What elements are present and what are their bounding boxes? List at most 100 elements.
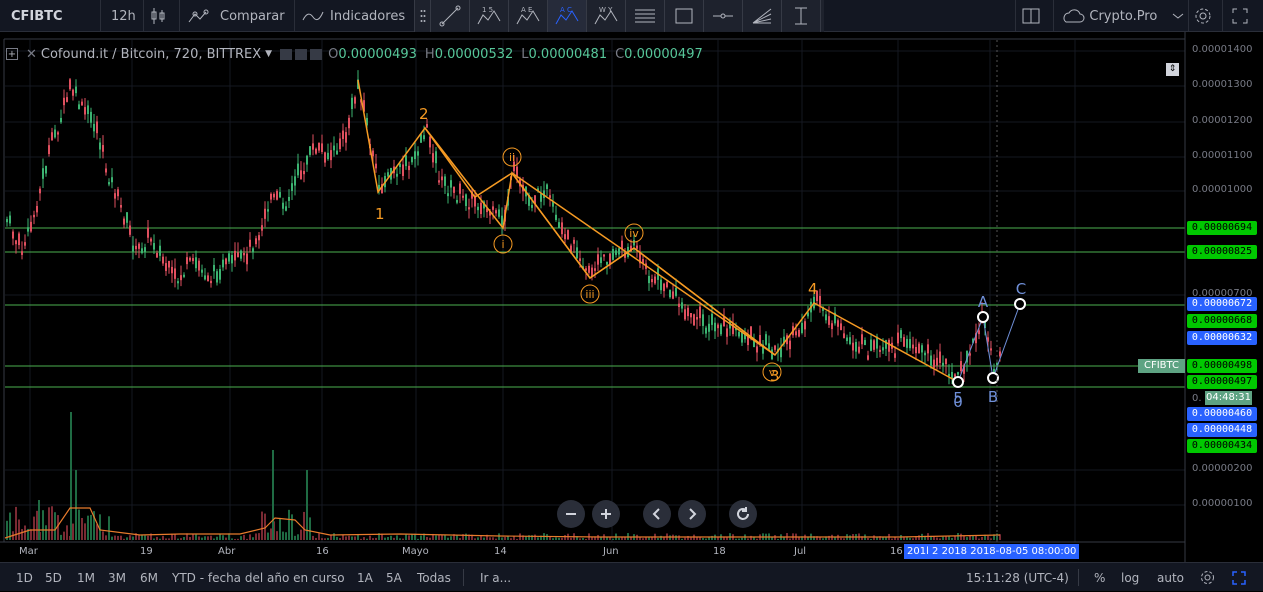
volume-bar bbox=[723, 537, 725, 540]
scroll-left-button[interactable] bbox=[643, 500, 671, 528]
volume-bar bbox=[33, 516, 35, 540]
candles-icon[interactable] bbox=[150, 0, 172, 32]
cloud-account-button[interactable]: Crypto.Pro bbox=[1060, 0, 1185, 32]
maximize-icon[interactable] bbox=[1232, 563, 1246, 592]
reset-chart-button[interactable] bbox=[729, 500, 757, 528]
percent-toggle[interactable]: % bbox=[1094, 563, 1105, 592]
range-1m[interactable]: 1M bbox=[77, 563, 95, 592]
fib-fan-icon[interactable] bbox=[743, 0, 782, 32]
volume-bar bbox=[120, 535, 122, 540]
price-chart[interactable]: 1 2 4 3 ii i iii iv v 0 5 A B C bbox=[0, 32, 1263, 562]
volume-bar bbox=[495, 538, 497, 540]
wave-point-handle[interactable] bbox=[952, 376, 964, 388]
candle-body bbox=[159, 245, 161, 256]
volume-bar bbox=[735, 538, 737, 540]
settings-gear-icon[interactable] bbox=[1194, 0, 1216, 32]
horizontal-lines-icon[interactable] bbox=[626, 0, 665, 32]
rectangle-icon[interactable] bbox=[665, 0, 704, 32]
range-3m[interactable]: 3M bbox=[108, 563, 126, 592]
log-toggle[interactable]: log bbox=[1121, 563, 1139, 592]
candle-body bbox=[726, 328, 728, 337]
range-5a[interactable]: 5A bbox=[386, 563, 402, 592]
volume-bar bbox=[162, 535, 164, 540]
high-key: H bbox=[424, 46, 435, 62]
candle-body bbox=[840, 323, 842, 331]
eye-icon[interactable] bbox=[280, 48, 293, 60]
wave-point-handle[interactable] bbox=[977, 311, 989, 323]
volume-bar bbox=[315, 537, 317, 540]
elliott-combo-icon[interactable]: W Y bbox=[587, 0, 626, 32]
auto-toggle[interactable]: auto bbox=[1157, 563, 1184, 592]
trend-line-icon[interactable] bbox=[431, 0, 470, 32]
volume-bar bbox=[384, 537, 386, 540]
volume-bar bbox=[642, 538, 644, 540]
candle-body bbox=[306, 155, 308, 165]
candle-body bbox=[909, 339, 911, 349]
volume-bar bbox=[276, 531, 278, 540]
candle-body bbox=[450, 180, 452, 188]
caret-down-icon[interactable]: ▼ bbox=[265, 49, 272, 59]
candle-body bbox=[45, 165, 47, 174]
interval-button[interactable]: 12h bbox=[111, 0, 139, 32]
zoom-in-button[interactable] bbox=[592, 500, 620, 528]
horizontal-ray-icon[interactable] bbox=[704, 0, 743, 32]
candle-body bbox=[300, 170, 302, 180]
range-1d[interactable]: 1D bbox=[16, 563, 33, 592]
measure-icon[interactable] bbox=[782, 0, 821, 32]
volume-bar bbox=[360, 538, 362, 540]
candle-body bbox=[123, 218, 125, 225]
open-key: O bbox=[328, 46, 339, 62]
fullscreen-icon[interactable] bbox=[1232, 0, 1254, 32]
goto-date-button[interactable]: Ir a... bbox=[480, 563, 511, 592]
volume-bar bbox=[24, 525, 26, 540]
candle-body bbox=[153, 243, 155, 250]
range-6m[interactable]: 6M bbox=[140, 563, 158, 592]
symbol-search[interactable]: CFIBTC bbox=[0, 0, 100, 32]
range-5d[interactable]: 5D bbox=[45, 563, 62, 592]
range-ytd[interactable]: YTD - fecha del año en curso bbox=[172, 563, 345, 592]
data-window-icon[interactable]: ⇕ bbox=[1166, 63, 1179, 76]
candle-body bbox=[477, 206, 479, 211]
compare-button[interactable]: Comparar bbox=[188, 0, 288, 32]
volume-bar bbox=[429, 537, 431, 540]
candle-body bbox=[174, 268, 176, 279]
scroll-right-button[interactable] bbox=[678, 500, 706, 528]
candle-body bbox=[204, 275, 206, 280]
price-tick: 0.00001200 bbox=[1192, 115, 1253, 126]
candle-body bbox=[324, 152, 326, 163]
chart-settings-gear-icon[interactable] bbox=[1200, 563, 1215, 592]
zoom-out-button[interactable] bbox=[557, 500, 585, 528]
candle-body bbox=[939, 351, 941, 364]
settings-small-icon[interactable] bbox=[295, 48, 308, 60]
candle-body bbox=[51, 132, 53, 141]
volume-bar bbox=[21, 529, 23, 540]
indicators-button[interactable]: Indicadores bbox=[302, 0, 412, 32]
candle-body bbox=[711, 313, 713, 325]
range-all[interactable]: Todas bbox=[417, 563, 451, 592]
clock-timezone[interactable]: 15:11:28 (UTC-4) bbox=[966, 563, 1069, 592]
elliott-correction-icon[interactable]: A E bbox=[509, 0, 548, 32]
wave-point-handle[interactable] bbox=[1014, 298, 1026, 310]
volume-bar bbox=[243, 534, 245, 540]
volume-bar bbox=[510, 538, 512, 540]
elliott-triangle-icon[interactable]: A C bbox=[548, 0, 587, 32]
close-small-icon[interactable] bbox=[310, 48, 323, 60]
drag-handle-icon[interactable] bbox=[415, 0, 431, 32]
candle-body bbox=[69, 79, 71, 90]
candle-body bbox=[243, 253, 245, 256]
elliott-impulse-icon[interactable]: 1 5 bbox=[470, 0, 509, 32]
price-tick: 0.00000100 bbox=[1192, 498, 1253, 509]
candle-body bbox=[255, 238, 257, 245]
volume-bar bbox=[81, 517, 83, 540]
volume-bar bbox=[309, 517, 311, 540]
indicators-label: Indicadores bbox=[330, 8, 406, 24]
volume-bar bbox=[153, 538, 155, 540]
wave-label-iii: iii bbox=[585, 288, 594, 301]
volume-bar bbox=[258, 533, 260, 540]
volume-bar bbox=[990, 538, 992, 540]
range-1a[interactable]: 1A bbox=[357, 563, 373, 592]
expand-icon[interactable]: + bbox=[6, 48, 18, 60]
time-axis[interactable]: Mar 19 Abr 16 Mayo 14 Jun 18 Jul 16 201l… bbox=[0, 542, 1185, 562]
candle-body bbox=[27, 227, 29, 232]
layout-icon[interactable] bbox=[1022, 0, 1046, 32]
